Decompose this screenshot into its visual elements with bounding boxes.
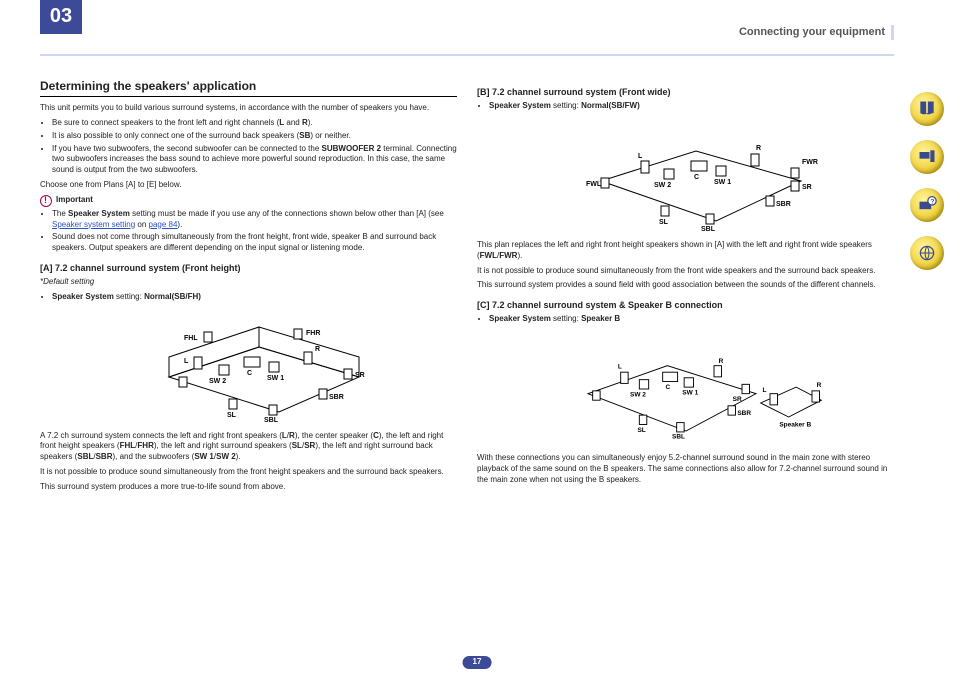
svg-text:SL: SL [227,412,237,419]
svg-text:L: L [617,364,621,371]
right-column: [B] 7.2 channel surround system (Front w… [477,78,894,497]
svg-text:SL: SL [659,219,669,226]
side-nav: ? [910,92,944,270]
plan-b-desc-1: This plan replaces the left and right fr… [477,240,894,262]
svg-text:FHL: FHL [184,335,198,342]
diagram-c: L R C SW 2 SW 1 SR SL SBL SBR L R Speake… [477,329,894,449]
svg-text:SBR: SBR [329,394,344,401]
svg-text:FWR: FWR [802,159,818,166]
svg-text:SR: SR [355,372,365,379]
plan-b-desc-3: This surround system provides a sound fi… [477,280,894,291]
plan-a-desc-3: This surround system produces a more tru… [40,482,457,493]
section-title: Connecting your equipment [739,25,894,40]
intro-bullets: Be sure to connect speakers to the front… [40,118,457,176]
svg-text:SR: SR [802,184,812,191]
svg-text:L: L [184,358,189,365]
svg-text:FHR: FHR [306,330,320,337]
svg-text:SBR: SBR [737,410,751,417]
svg-text:C: C [665,384,670,391]
svg-text:SW 2: SW 2 [654,182,671,189]
network-icon[interactable] [910,236,944,270]
svg-text:SL: SL [637,427,645,434]
diagram-b: FWL FWR L R C SW 2 SW 1 SR SL SBL SBR [477,116,894,236]
svg-text:SR: SR [732,396,741,403]
svg-text:R: R [756,145,761,152]
svg-text:FWL: FWL [586,181,602,188]
svg-text:R: R [816,382,821,389]
svg-text:C: C [694,174,699,181]
link-page-84[interactable]: page 84 [149,220,178,229]
plan-b-title: [B] 7.2 channel surround system (Front w… [477,86,894,98]
important-bullets: The Speaker System setting must be made … [40,209,457,254]
main-heading: Determining the speakers' application [40,78,457,97]
svg-text:R: R [718,358,723,365]
intro-text: This unit permits you to build various s… [40,103,457,114]
svg-text:L: L [762,387,766,394]
svg-text:SBR: SBR [776,201,791,208]
important-heading: Important [56,195,93,206]
help-icon[interactable]: ? [910,188,944,222]
choose-plan: Choose one from Plans [A] to [E] below. [40,180,457,191]
plan-c-title: [C] 7.2 channel surround system & Speake… [477,299,894,311]
svg-text:L: L [638,153,643,160]
svg-text:SW 1: SW 1 [267,375,284,382]
link-speaker-system[interactable]: Speaker system setting [52,220,135,229]
plan-a-desc-2: It is not possible to produce sound simu… [40,467,457,478]
important-icon [40,195,52,207]
diagram-a: FHL FHR L R C SW 2 SW 1 SR SL SBL SBR [40,307,457,427]
left-column: Determining the speakers' application Th… [40,78,457,497]
plan-c-desc: With these connections you can simultane… [477,453,894,485]
setup-icon[interactable] [910,140,944,174]
plan-a-title: [A] 7.2 channel surround system (Front h… [40,262,457,274]
svg-text:SBL: SBL [672,434,685,441]
svg-text:Speaker B: Speaker B [779,421,811,428]
chapter-number: 03 [40,0,82,34]
svg-text:R: R [315,346,320,353]
svg-text:SBL: SBL [701,226,716,233]
svg-text:SW 2: SW 2 [630,392,646,399]
plan-a-desc-1: A 7.2 ch surround system connects the le… [40,431,457,463]
svg-text:SW 1: SW 1 [714,179,731,186]
svg-text:?: ? [930,198,934,205]
plan-b-desc-2: It is not possible to produce sound simu… [477,266,894,277]
svg-text:SW 1: SW 1 [682,390,698,397]
svg-text:C: C [247,370,252,377]
default-setting-note: *Default setting [40,277,457,288]
svg-text:SBL: SBL [264,417,279,424]
page-number: 17 [463,656,492,669]
svg-text:SW 2: SW 2 [209,378,226,385]
book-icon[interactable] [910,92,944,126]
